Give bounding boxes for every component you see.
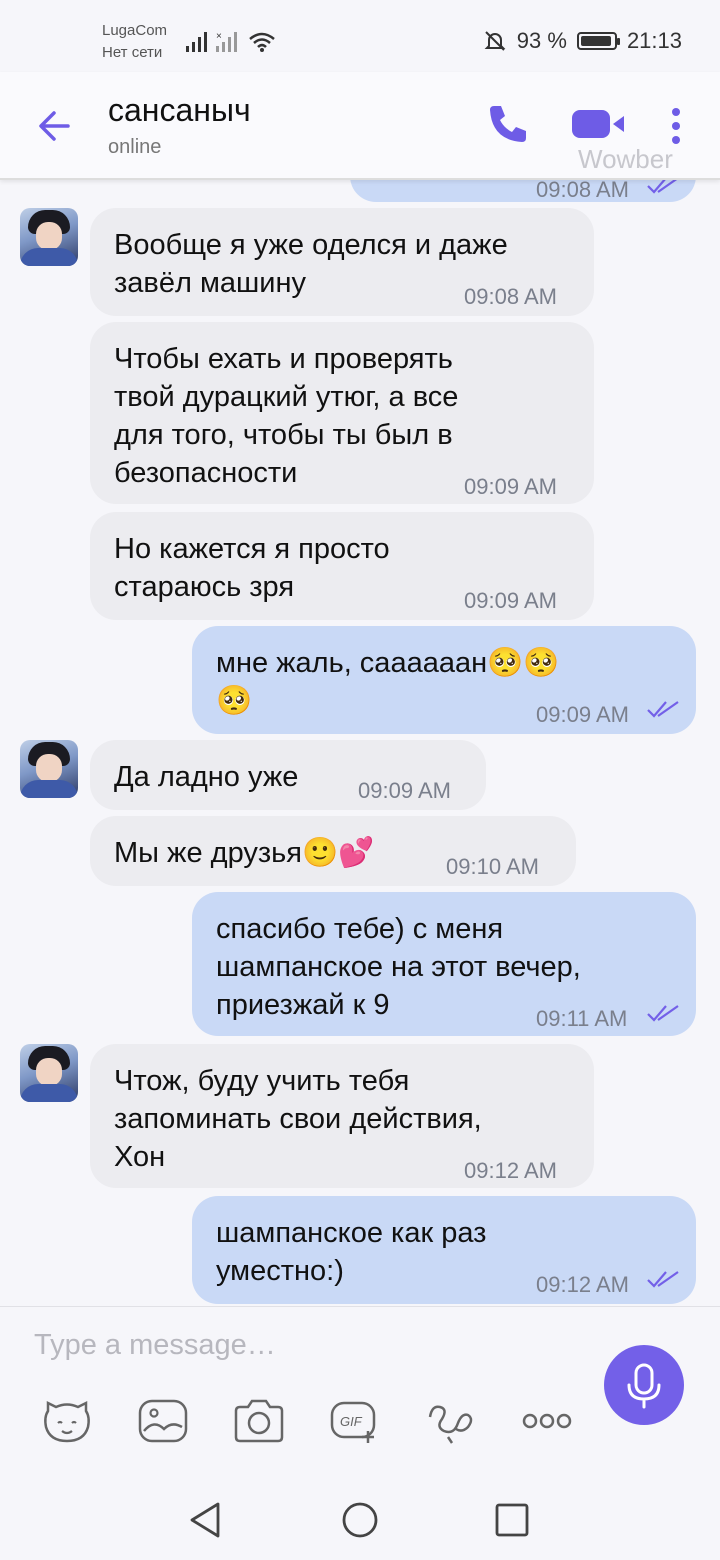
- message-bubble-incoming[interactable]: Вообще я уже оделся и даже завёл машину …: [90, 208, 594, 316]
- message-line: шампанское как раз: [216, 1217, 487, 1249]
- status-right: 93 % 21:13: [483, 28, 682, 54]
- message-time: 09:10 AM: [446, 854, 539, 879]
- message-line: Вообще я уже оделся и даже: [114, 229, 508, 261]
- nav-recents-icon[interactable]: [494, 1502, 530, 1538]
- message-composer: Type a message… GIF: [0, 1306, 720, 1477]
- read-receipt-icon: [647, 1005, 679, 1022]
- back-arrow-icon[interactable]: [34, 106, 74, 146]
- contact-presence: online: [108, 136, 162, 158]
- mute-bell-icon: [484, 31, 506, 51]
- message-bubble-incoming[interactable]: Чтож, буду учить тебя запоминать свои де…: [90, 1044, 594, 1188]
- signal-no-service-icon: ×: [216, 31, 237, 52]
- message-line: Чтобы ехать и проверять: [114, 343, 453, 375]
- message-input[interactable]: Type a message…: [34, 1329, 276, 1362]
- message-time: 09:08 AM: [536, 178, 629, 202]
- message-time: 09:09 AM: [464, 588, 557, 613]
- avatar[interactable]: [20, 208, 78, 266]
- message-time: 09:09 AM: [536, 702, 629, 727]
- message-line: запоминать свои действия,: [114, 1103, 482, 1135]
- doodle-icon[interactable]: [424, 1397, 478, 1445]
- nav-back-icon[interactable]: [186, 1500, 226, 1540]
- battery-fill: [580, 36, 611, 46]
- message-line: мне жаль, саааааан🥺🥺: [216, 647, 560, 679]
- system-nav-bar: [0, 1476, 720, 1560]
- chat-header: сансаныч online Wowber: [0, 72, 720, 180]
- message-line: шампанское на этот вечер,: [216, 951, 581, 983]
- camera-icon[interactable]: [232, 1397, 286, 1445]
- avatar[interactable]: [20, 1044, 78, 1102]
- message-bubble-outgoing[interactable]: спасибо тебе) с меня шампанское на этот …: [192, 892, 696, 1036]
- message-bubble-incoming[interactable]: Но кажется я просто стараюсь зря 09:09 A…: [90, 512, 594, 620]
- sticker-icon[interactable]: [40, 1397, 94, 1445]
- message-bubble-outgoing[interactable]: 09:08 AM: [350, 178, 696, 202]
- carrier-info: LugaCom Нет сети: [102, 20, 167, 64]
- message-bubble-incoming[interactable]: Да ладно уже 09:09 AM: [90, 740, 486, 810]
- contact-name[interactable]: сансаныч: [108, 92, 251, 129]
- nav-home-icon[interactable]: [340, 1500, 380, 1540]
- message-line: для того, чтобы ты был в: [114, 419, 453, 451]
- message-time: 09:11 AM: [536, 1006, 628, 1031]
- video-call-icon[interactable]: [570, 106, 628, 142]
- read-receipt-icon: [647, 701, 679, 718]
- message-bubble-incoming[interactable]: Чтобы ехать и проверять твой дурацкий ут…: [90, 322, 594, 504]
- message-time: 09:09 AM: [358, 778, 451, 803]
- microphone-icon: [627, 1363, 661, 1409]
- avatar[interactable]: [20, 740, 78, 798]
- more-options-icon[interactable]: [664, 104, 688, 148]
- more-icon[interactable]: [520, 1397, 574, 1445]
- read-receipt-icon: [647, 1271, 679, 1288]
- message-time: 09:12 AM: [464, 1158, 557, 1183]
- svg-text:GIF: GIF: [340, 1414, 363, 1429]
- message-bubble-incoming[interactable]: Мы же друзья🙂💕 09:10 AM: [90, 816, 576, 886]
- voice-message-button[interactable]: [604, 1345, 684, 1425]
- message-line: твой дурацкий утюг, а все: [114, 381, 459, 413]
- message-line: спасибо тебе) с меня: [216, 913, 504, 945]
- watermark-text: Wowber: [578, 144, 673, 174]
- message-bubble-outgoing[interactable]: мне жаль, саааааан🥺🥺 🥺 09:09 AM: [192, 626, 696, 734]
- carrier-name: LugaCom: [102, 22, 168, 39]
- status-bar: LugaCom Нет сети × 93 % 21:13: [0, 0, 720, 72]
- message-list[interactable]: 09:08 AM Вообще я уже оделся и даже завё…: [0, 178, 720, 1306]
- message-line: Чтож, буду учить тебя: [114, 1065, 410, 1097]
- message-time: 09:08 AM: [464, 284, 557, 309]
- svg-text:×: ×: [216, 31, 222, 42]
- message-line: Но кажется я просто: [114, 533, 390, 565]
- battery-icon: [576, 32, 620, 50]
- message-time: 09:09 AM: [464, 474, 557, 499]
- wifi-icon: [249, 32, 275, 52]
- read-receipt-icon: [647, 178, 679, 194]
- gif-icon[interactable]: GIF: [328, 1397, 382, 1445]
- clock: 21:13: [626, 28, 682, 53]
- gallery-icon[interactable]: [136, 1397, 190, 1445]
- battery-percent: 93 %: [516, 28, 567, 53]
- signal-icon: [186, 32, 207, 52]
- message-bubble-outgoing[interactable]: шампанское как раз уместно:) 09:12 AM: [192, 1196, 696, 1304]
- message-time: 09:12 AM: [536, 1272, 629, 1297]
- carrier-status: Нет сети: [102, 44, 163, 61]
- call-icon[interactable]: [486, 102, 530, 146]
